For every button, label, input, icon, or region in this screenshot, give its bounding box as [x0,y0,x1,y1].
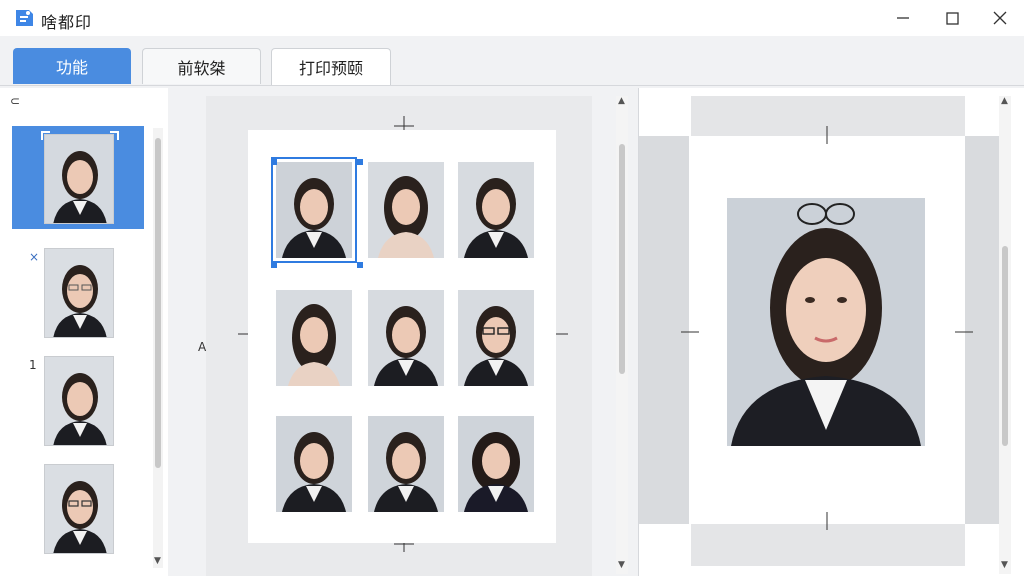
photo-slot[interactable] [276,290,352,386]
title-bar: 啥都印 [0,0,1024,36]
tab-second[interactable]: 前软桀 [142,48,261,84]
maximize-icon[interactable] [940,6,964,30]
scroll-down-arrow-icon[interactable]: ▼ [154,556,161,566]
tab-function[interactable]: 功能 [13,48,131,84]
thumbnail-item[interactable]: 1 [12,348,144,451]
crop-corner-icon[interactable] [40,130,60,150]
print-preview-panel: ▲ ▼ [638,88,1024,576]
scroll-down-arrow-icon[interactable]: ▼ [1001,560,1008,570]
scroll-up-arrow-icon[interactable]: ▲ [1001,96,1008,106]
thumbnail-item[interactable] [12,456,144,559]
crop-corner-icon[interactable] [100,130,120,150]
photo-slot[interactable] [368,416,444,512]
thumbnail-item[interactable]: × [12,240,144,343]
scrollbar-thumb[interactable] [619,144,625,374]
photo-slot[interactable] [368,290,444,386]
thumbnail-item[interactable] [12,126,144,229]
thumbnail-panel: ⊂ × 1 ▼ [0,88,168,576]
photo-slot[interactable] [276,416,352,512]
photo-slot[interactable] [458,290,534,386]
thumbnail-scrollbar[interactable] [153,128,163,568]
tab-print-preview[interactable]: 打印预颐 [271,48,391,85]
canvas-side-glyph: A [198,340,207,354]
app-logo-icon [16,10,33,26]
photo-slot[interactable] [368,162,444,258]
tab-bar: 功能 前软桀 打印预颐 [0,36,1024,86]
scroll-down-arrow-icon[interactable]: ▼ [618,560,625,570]
layout-canvas: A ▲ ▼ [170,88,630,576]
minimize-icon[interactable] [891,6,915,30]
thumbnail-photo [44,356,114,446]
preview-scrollbar[interactable] [999,96,1011,574]
scrollbar-thumb[interactable] [1002,246,1008,446]
close-icon[interactable] [988,6,1012,30]
panel-top-glyph: ⊂ [10,94,21,108]
photo-slot[interactable] [458,416,534,512]
scrollbar-thumb[interactable] [155,138,161,468]
thumbnail-marker: 1 [29,358,37,372]
thumbnail-photo [44,464,114,554]
scroll-up-arrow-icon[interactable]: ▲ [618,96,625,106]
thumbnail-marker[interactable]: × [29,250,39,264]
thumbnail-photo [44,248,114,338]
canvas-scrollbar[interactable] [616,96,628,574]
photo-slot[interactable] [458,162,534,258]
app-title: 啥都印 [41,13,93,32]
selection-handles-icon[interactable] [270,158,366,270]
preview-crop-marks-icon [681,126,973,530]
